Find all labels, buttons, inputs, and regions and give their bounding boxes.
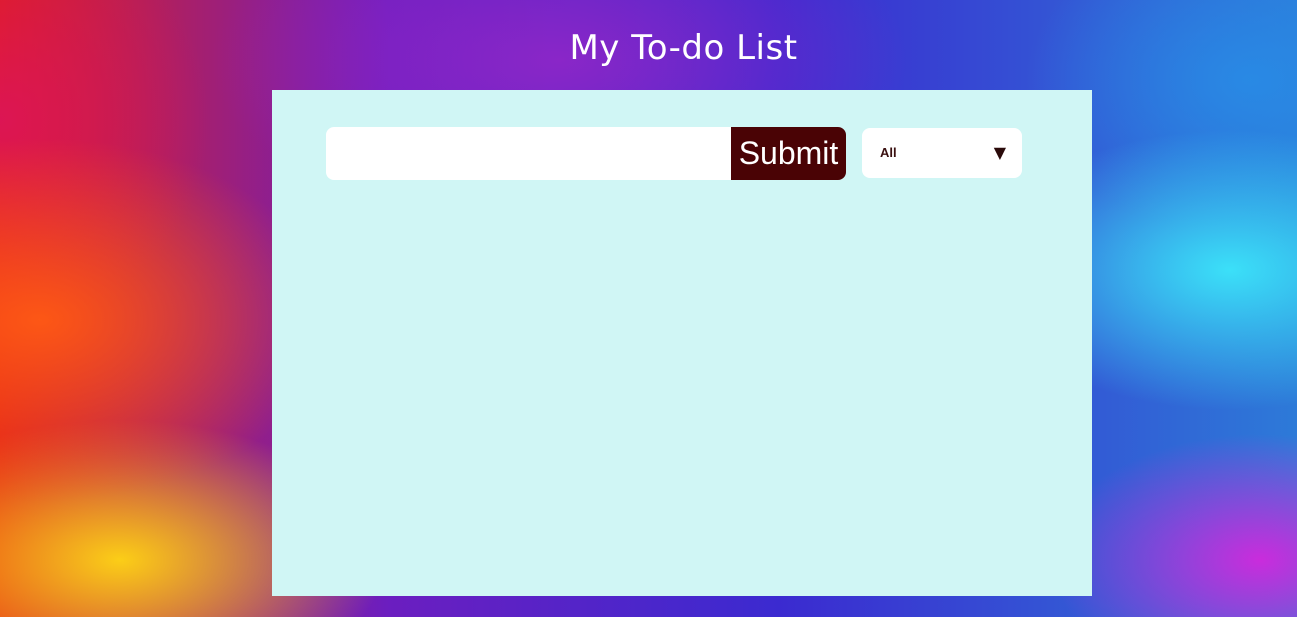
page-title: My To-do List xyxy=(569,28,798,68)
todo-input[interactable] xyxy=(326,127,731,180)
triangle-down-icon: ▼ xyxy=(993,143,1006,162)
filter-select[interactable]: All ▼ xyxy=(862,128,1022,178)
todo-list xyxy=(326,200,1026,580)
submit-button[interactable]: Submit xyxy=(731,127,846,180)
todo-form: Submit xyxy=(326,127,846,180)
todo-panel: Submit All ▼ xyxy=(272,90,1092,596)
filter-selected-value: All xyxy=(880,145,897,160)
